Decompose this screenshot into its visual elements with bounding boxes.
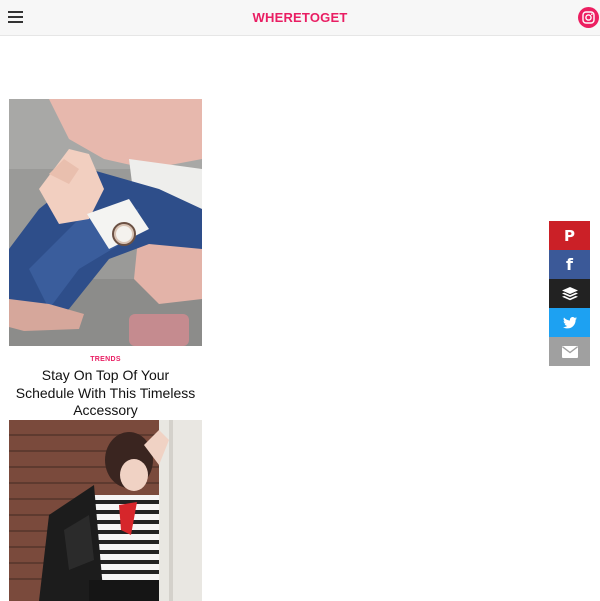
twitter-icon [562, 316, 577, 328]
article-card[interactable]: TRENDS Stay On Top Of Your Schedule With… [9, 99, 202, 420]
article-category[interactable]: TRENDS [9, 356, 202, 363]
woman-striped-top-leather-jacket-photo[interactable] [9, 420, 202, 601]
facebook-share-button[interactable]: f [549, 250, 590, 279]
buffer-icon [561, 286, 578, 300]
email-icon [561, 345, 578, 358]
facebook-icon: f [566, 255, 573, 274]
buffer-share-button[interactable] [549, 279, 590, 308]
woman-wrist-watch-photo[interactable] [9, 99, 202, 346]
twitter-share-button[interactable] [549, 308, 590, 337]
site-logo[interactable]: WHERETOGET [0, 10, 600, 25]
instagram-camera-icon[interactable] [578, 7, 599, 28]
top-navigation-bar: WHERETOGET [0, 0, 600, 36]
pinterest-share-button[interactable]: P [549, 221, 590, 250]
share-sidebar: P f [549, 221, 590, 366]
pinterest-icon: P [564, 226, 575, 245]
article-title[interactable]: Stay On Top Of Your Schedule With This T… [9, 367, 202, 420]
email-share-button[interactable] [549, 337, 590, 366]
article-card[interactable] [9, 420, 202, 601]
